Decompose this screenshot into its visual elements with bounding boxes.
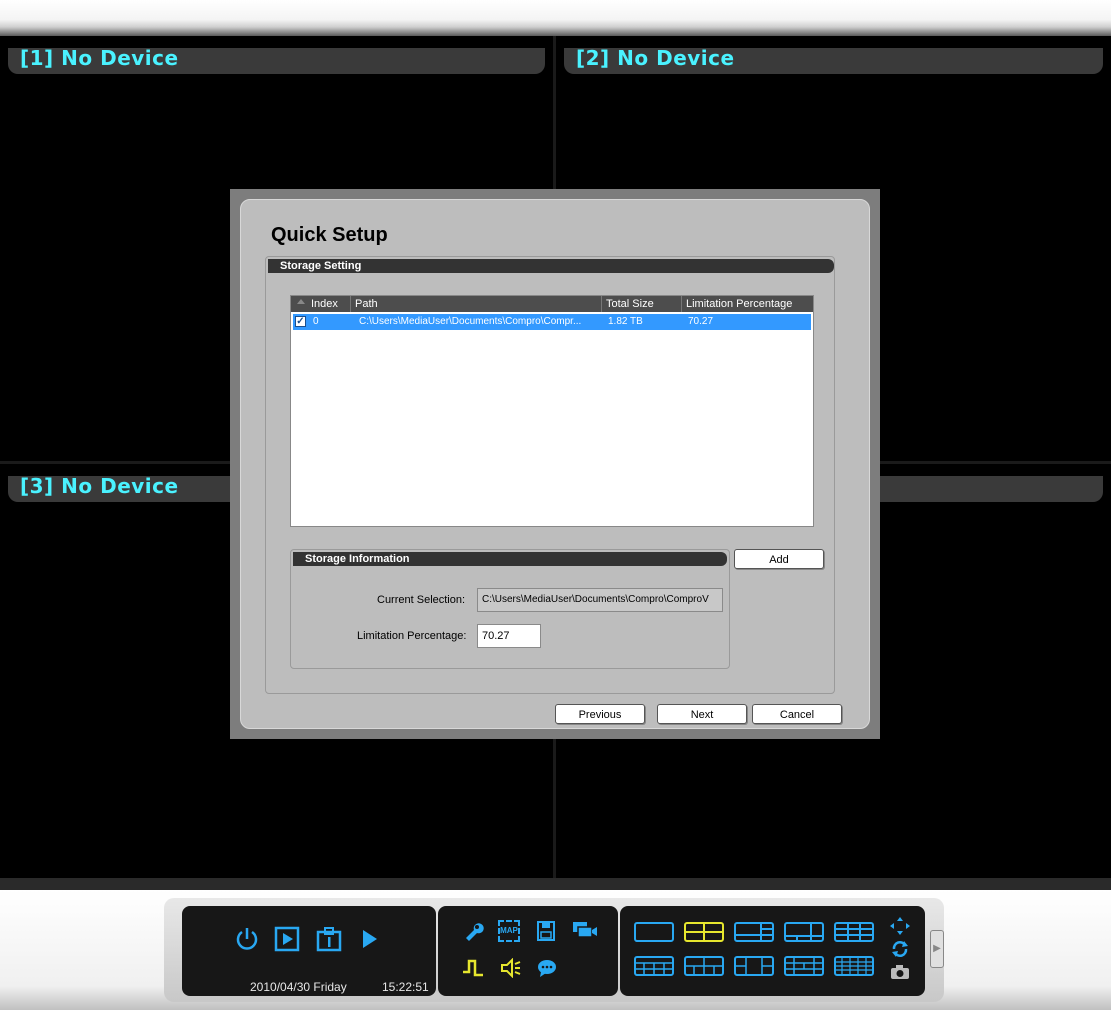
layout-1x1-icon[interactable] xyxy=(634,922,674,942)
quick-setup-dialog: Quick Setup Storage Setting Index Path T… xyxy=(240,199,870,729)
control-section-layouts xyxy=(620,906,925,996)
snapshot-icon[interactable] xyxy=(890,964,910,980)
current-selection-label: Current Selection: xyxy=(377,594,466,606)
current-selection-field: C:\Users\MediaUser\Documents\Compro\Comp… xyxy=(477,588,723,612)
storage-setting-header: Storage Setting xyxy=(268,259,834,273)
dialog-title: Quick Setup xyxy=(271,224,388,246)
storage-information-header: Storage Information xyxy=(293,552,727,566)
panel-title: [3] No Device xyxy=(20,474,179,498)
sort-arrow-icon xyxy=(297,299,305,304)
storage-table: Index Path Total Size Limitation Percent… xyxy=(290,295,814,527)
layout-5x5-icon[interactable] xyxy=(834,956,874,976)
next-button[interactable]: Next xyxy=(657,704,747,724)
map-icon[interactable]: MAP xyxy=(498,920,520,942)
layout-2x2-icon[interactable] xyxy=(684,922,724,942)
settings-icon[interactable] xyxy=(462,920,484,942)
cell-limitation: 70.27 xyxy=(688,316,714,327)
storage-information-group: Storage Information Current Selection: C… xyxy=(290,549,730,669)
app-top-bar xyxy=(0,0,1111,36)
cell-index: 0 xyxy=(313,316,319,327)
limitation-percentage-input[interactable]: 70.27 xyxy=(477,624,541,648)
date-display: 2010/04/30 Friday xyxy=(250,980,347,994)
panel-title: [1] No Device xyxy=(20,46,179,70)
column-header-limitation[interactable]: Limitation Percentage xyxy=(682,296,813,312)
storage-setting-group: Storage Setting Index Path Total Size Li… xyxy=(265,256,835,694)
cancel-button[interactable]: Cancel xyxy=(752,704,842,724)
table-header: Index Path Total Size Limitation Percent… xyxy=(291,296,813,312)
layout-4plus12-icon[interactable] xyxy=(784,956,824,976)
panel-title: [2] No Device xyxy=(576,46,735,70)
column-header-total-size[interactable]: Total Size xyxy=(602,296,682,312)
play-icon[interactable] xyxy=(360,928,380,950)
playback-icon[interactable] xyxy=(274,926,300,952)
quick-setup-overlay: Quick Setup Storage Setting Index Path T… xyxy=(230,189,880,739)
video-bottom-strip xyxy=(0,878,1111,890)
layout-1plus3-icon[interactable] xyxy=(734,922,774,942)
previous-button[interactable]: Previous xyxy=(555,704,645,724)
info-icon[interactable] xyxy=(316,926,342,952)
sensor-icon[interactable] xyxy=(462,958,484,978)
time-display: 15:22:51 xyxy=(382,980,429,994)
expand-arrow-icon[interactable]: ▶ xyxy=(930,930,944,968)
cell-path: C:\Users\MediaUser\Documents\Compro\Comp… xyxy=(359,316,582,327)
power-icon[interactable] xyxy=(234,926,260,952)
layout-1plus12-icon[interactable] xyxy=(734,956,774,976)
limitation-percentage-label: Limitation Percentage: xyxy=(357,630,467,642)
cell-total-size: 1.82 TB xyxy=(608,316,643,327)
layout-3x3-icon[interactable] xyxy=(834,922,874,942)
layout-1plus5-icon[interactable] xyxy=(784,922,824,942)
rotate-icon[interactable] xyxy=(890,940,910,958)
layout-2plus8-icon[interactable] xyxy=(684,956,724,976)
speaker-icon[interactable] xyxy=(500,958,522,978)
column-header-path[interactable]: Path xyxy=(351,296,602,312)
layout-4x4-icon[interactable] xyxy=(634,956,674,976)
cameras-icon[interactable] xyxy=(572,920,598,942)
save-icon[interactable] xyxy=(536,920,556,942)
control-section-main: 2010/04/30 Friday 15:22:51 xyxy=(182,906,436,996)
add-button[interactable]: Add xyxy=(734,549,824,569)
control-bar: 2010/04/30 Friday 15:22:51 MAP xyxy=(164,898,944,1002)
control-section-tools: MAP xyxy=(438,906,618,996)
chat-icon[interactable] xyxy=(536,958,558,978)
row-checkbox[interactable]: ✓ xyxy=(295,316,306,327)
ptz-icon[interactable] xyxy=(888,916,912,936)
table-row[interactable]: ✓ 0 C:\Users\MediaUser\Documents\Compro\… xyxy=(293,314,811,330)
